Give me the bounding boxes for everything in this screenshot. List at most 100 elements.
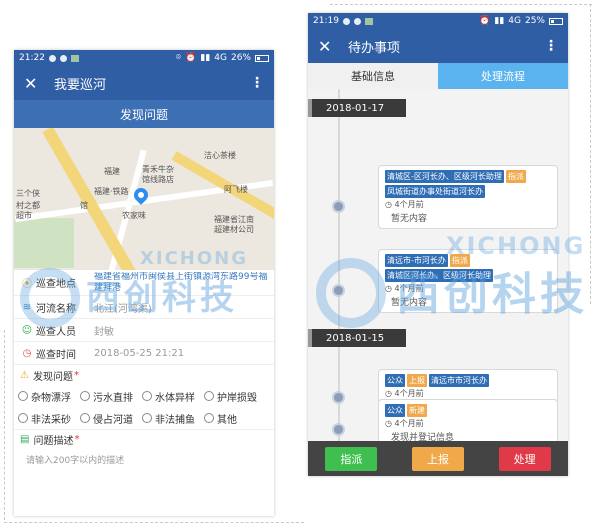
river-name-row[interactable]: ≋ 河流名称 北江(河湾渠) — [14, 296, 274, 319]
option-other[interactable]: 其他 — [204, 407, 266, 429]
decorative-dashed-border — [4, 522, 304, 523]
notification-icon — [48, 54, 56, 62]
tag: 公众 — [385, 374, 405, 387]
radio-button[interactable] — [18, 391, 28, 401]
date-tag: 2018-01-15 — [308, 329, 407, 347]
option-floating-debris[interactable]: 杂物漂浮 — [18, 385, 80, 407]
card-note: 暂无内容 — [391, 214, 428, 224]
description-section-title: ▤ 问题描述 * — [14, 429, 274, 449]
timeline-dot — [332, 200, 345, 213]
signal-icon: ▮▮ — [494, 16, 505, 26]
required-mark: * — [74, 434, 80, 445]
option-label: 其他 — [217, 414, 237, 426]
tag: 清城区-区河长办、区级河长助理 — [385, 170, 504, 183]
river-name-value: 北江(河湾渠) — [94, 303, 152, 315]
map-label: 农家味 — [122, 211, 146, 220]
tag: 凤城街道办事处街道河长办 — [385, 185, 485, 198]
option-water-abnormal[interactable]: 水体异样 — [142, 385, 204, 407]
radio-button[interactable] — [204, 413, 214, 423]
option-illegal-sand-mining[interactable]: 非法采砂 — [18, 407, 80, 429]
handle-button[interactable]: 处理 — [498, 446, 551, 471]
map-label: 超市 — [16, 211, 32, 220]
radio-button[interactable] — [18, 413, 28, 423]
process-card[interactable]: 清远市-市河长办 指派 清城区河长办、区级河长助理 ◷ 4个月前 暂无内容 — [378, 249, 558, 313]
map-label: 福建·铁路 — [94, 187, 129, 196]
tab-process-flow[interactable]: 处理流程 — [438, 63, 568, 89]
tag-row: 公众 上报 清远市市河长办 — [385, 374, 551, 387]
tag-row: 公众 新建 — [385, 404, 551, 417]
radio-button[interactable] — [142, 391, 152, 401]
tag: 指派 — [505, 170, 526, 183]
alarm-icon: ⏰ — [479, 16, 491, 26]
close-icon[interactable]: ✕ — [24, 74, 46, 93]
radio-button[interactable] — [204, 391, 214, 401]
map-label: 馆线路店 — [142, 175, 174, 184]
card-time: 4个月前 — [394, 419, 424, 428]
map-label: 馆 — [80, 201, 88, 210]
option-bank-damage[interactable]: 护岸损毁 — [204, 385, 266, 407]
battery-icon — [255, 54, 269, 62]
close-icon[interactable]: ✕ — [318, 37, 340, 56]
app-bar: ✕ 待办事项 ⋮ — [308, 29, 568, 63]
map-label: 洁心茶楼 — [204, 151, 236, 160]
app-notification-icon — [364, 17, 373, 25]
field-label: 河流名称 — [36, 303, 76, 315]
status-time: 21:22 — [19, 53, 45, 63]
assign-button[interactable]: 指派 — [325, 446, 378, 471]
decorative-dashed-border — [4, 330, 5, 520]
more-menu-icon[interactable]: ⋮ — [250, 75, 264, 91]
decorative-dashed-border — [330, 4, 592, 5]
card-meta: ◷ 4个月前 — [385, 199, 551, 210]
option-label: 护岸损毁 — [217, 392, 257, 404]
notification-icon — [59, 54, 67, 62]
option-illegal-fishing[interactable]: 非法捕鱼 — [142, 407, 204, 429]
tab-bar: 基础信息 处理流程 — [308, 63, 568, 89]
decorative-dashed-border — [590, 4, 591, 304]
more-menu-icon[interactable]: ⋮ — [544, 38, 558, 54]
status-time: 21:19 — [313, 16, 339, 26]
problem-title-text: 发现问题 — [32, 371, 73, 383]
app-notification-icon — [70, 54, 79, 62]
tab-basic-info[interactable]: 基础信息 — [308, 63, 438, 89]
card-meta: ◷ 4个月前 — [385, 283, 551, 294]
page-title: 我要巡河 — [54, 77, 107, 93]
tag: 指派 — [449, 254, 470, 267]
option-sewage-discharge[interactable]: 污水直排 — [80, 385, 142, 407]
option-label: 污水直排 — [93, 392, 133, 404]
location-pin-icon: ⦿ — [22, 279, 32, 290]
description-input[interactable]: 请输入200字以内的描述 — [14, 449, 274, 470]
card-time: 4个月前 — [394, 389, 424, 398]
problem-section-title: ⚠ 发现问题 * — [14, 365, 274, 385]
river-icon: ≋ — [22, 301, 32, 313]
battery-percent: 26% — [230, 53, 251, 63]
card-time: 4个月前 — [394, 200, 424, 209]
tag-row: 清城区-区河长办、区级河长助理 指派 凤城街道办事处街道河长办 — [385, 170, 551, 198]
tag: 上报 — [407, 374, 427, 387]
network-type: 4G — [214, 53, 227, 63]
report-button[interactable]: 上报 — [411, 446, 464, 471]
radio-button[interactable] — [80, 413, 90, 423]
field-label: 巡查人员 — [36, 326, 76, 338]
description-title-text: 问题描述 — [33, 436, 74, 447]
card-time: 4个月前 — [394, 284, 424, 293]
tag: 新建 — [407, 404, 427, 417]
network-type: 4G — [508, 16, 521, 26]
map-park-area — [14, 218, 74, 268]
action-bar: 指派 上报 处理 — [308, 441, 568, 476]
option-river-encroachment[interactable]: 侵占河道 — [80, 407, 142, 429]
field-label: 巡查时间 — [36, 349, 76, 361]
map-label: 三个侠 — [16, 189, 40, 198]
process-card[interactable]: 清城区-区河长办、区级河长助理 指派 凤城街道办事处街道河长办 ◷ 4个月前 暂… — [378, 165, 558, 229]
alarm-icon: ⏰ — [185, 53, 197, 63]
card-meta: ◷ 4个月前 — [385, 418, 551, 429]
battery-icon — [549, 17, 563, 25]
radio-button[interactable] — [142, 413, 152, 423]
radio-button[interactable] — [80, 391, 90, 401]
location-map[interactable]: 洁心茶楼 青禾牛杂 馆线路店 福建 福建·铁路 馆 三个侠 农家味 福建省江南 … — [14, 128, 274, 270]
tag: 清城区河长办、区级河长助理 — [385, 269, 493, 282]
app-bar: ✕ 我要巡河 ⋮ — [14, 66, 274, 100]
report-problem-screen: 21:22 ⌾ ⏰ ▮▮ 4G 26% ✕ 我要巡河 ⋮ 发现问题 洁心茶楼 青… — [14, 50, 274, 516]
patrol-time-value: 2018-05-25 21:21 — [94, 347, 185, 359]
date-tag: 2018-01-17 — [308, 99, 407, 117]
option-label: 侵占河道 — [93, 414, 133, 426]
